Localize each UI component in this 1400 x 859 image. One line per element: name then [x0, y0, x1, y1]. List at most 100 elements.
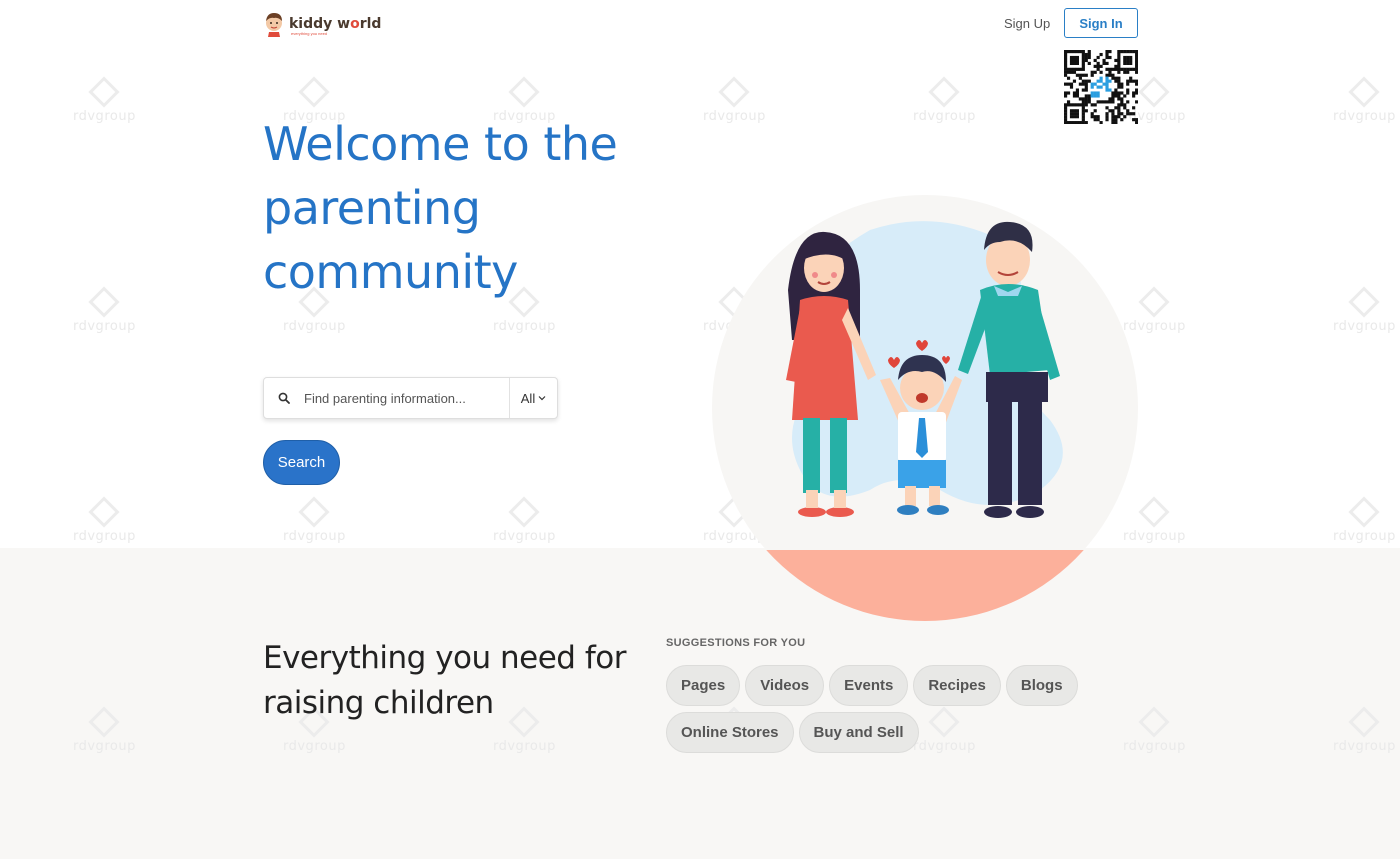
qr-module [1123, 58, 1127, 63]
qr-module [1099, 121, 1103, 124]
qr-module [1117, 52, 1121, 57]
chip-recipes[interactable]: Recipes [913, 665, 1001, 706]
qr-module [1075, 109, 1079, 113]
qr-module [1111, 76, 1115, 80]
qr-module [1114, 64, 1118, 68]
qr-module [1096, 91, 1100, 95]
suggestion-chips: Pages Videos Events Recipes Blogs Online… [666, 665, 1086, 753]
qr-module [1132, 118, 1136, 122]
qr-module [1111, 97, 1115, 101]
watermark-mark [298, 76, 330, 108]
logo-tagline: everything you need [291, 31, 328, 36]
qr-module [1096, 118, 1100, 122]
watermark: rdvgroup [493, 496, 556, 544]
qr-module [1096, 94, 1100, 98]
chip-blogs[interactable]: Blogs [1005, 665, 1078, 706]
qr-module [1117, 70, 1121, 74]
sign-up-link[interactable]: Sign Up [1004, 16, 1050, 31]
qr-module [1078, 50, 1082, 54]
chip-events[interactable]: Events [829, 665, 909, 706]
qr-module [1105, 85, 1109, 89]
qr-module [1069, 55, 1074, 60]
watermark-mark [88, 496, 120, 528]
watermark-text: rdvgroup [1333, 529, 1396, 544]
qr-module [1064, 52, 1068, 57]
watermark-mark [1138, 706, 1170, 738]
qr-module [1078, 97, 1082, 101]
qr-module [1064, 70, 1068, 74]
sign-in-button[interactable]: Sign In [1064, 8, 1138, 38]
qr-module [1108, 97, 1112, 101]
qr-module [1093, 94, 1097, 98]
qr-module [1126, 82, 1130, 86]
chip-buy-and-sell[interactable]: Buy and Sell [798, 712, 919, 753]
qr-module [1132, 67, 1136, 71]
qr-module [1108, 100, 1112, 104]
qr-module [1075, 58, 1079, 63]
qr-module [1132, 79, 1136, 83]
qr-module [1117, 112, 1121, 116]
qr-module [1081, 109, 1085, 113]
qr-module [1129, 76, 1133, 80]
qr-module [1064, 91, 1068, 95]
qr-module [1066, 100, 1071, 104]
search-scope-label: All [520, 390, 536, 406]
watermark-mark [88, 706, 120, 738]
qr-module [1132, 50, 1136, 54]
watermark-mark [928, 76, 960, 108]
qr-module [1105, 61, 1109, 65]
qr-module [1114, 58, 1118, 63]
search-input[interactable] [304, 379, 509, 417]
qr-module [1064, 58, 1068, 63]
chip-online-stores[interactable]: Online Stores [666, 712, 794, 753]
qr-module [1117, 79, 1121, 83]
hero-title-line: parenting [263, 181, 481, 235]
chip-videos[interactable]: Videos [745, 665, 825, 706]
qr-module [1099, 79, 1103, 83]
family-illustration [712, 195, 1138, 621]
qr-module [1108, 55, 1112, 60]
qr-module [1078, 82, 1082, 86]
qr-module [1117, 67, 1121, 71]
qr-module [1064, 61, 1068, 65]
search-button[interactable]: Search [263, 440, 340, 485]
qr-module [1064, 118, 1068, 122]
watermark-text: rdvgroup [283, 529, 346, 544]
qr-module [1120, 91, 1124, 95]
logo[interactable]: kiddy world everything you need [263, 9, 381, 39]
watermark: rdvgroup [73, 706, 136, 754]
qr-module [1123, 103, 1127, 107]
qr-module [1114, 118, 1118, 122]
chip-pages[interactable]: Pages [666, 665, 741, 706]
qr-module [1123, 55, 1127, 60]
qr-module [1075, 61, 1079, 65]
qr-module [1108, 88, 1112, 92]
qr-module [1090, 94, 1094, 98]
qr-module [1075, 91, 1079, 95]
qr-module [1066, 121, 1071, 124]
qr-module [1081, 106, 1085, 110]
qr-module [1064, 112, 1068, 116]
qr-module [1093, 118, 1097, 122]
search-icon[interactable] [264, 378, 304, 418]
qr-module [1093, 58, 1097, 63]
qr-module [1093, 115, 1097, 119]
watermark: rdvgroup [703, 76, 766, 124]
qr-module [1135, 88, 1138, 92]
search-scope-select[interactable]: All [509, 378, 557, 418]
qr-module [1064, 115, 1068, 119]
qr-module [1129, 61, 1133, 65]
qr-module [1064, 121, 1068, 124]
qr-module [1105, 82, 1109, 86]
watermark-mark [1138, 76, 1170, 108]
qr-module [1126, 88, 1130, 92]
qr-module [1069, 70, 1074, 74]
qr-module [1069, 103, 1074, 107]
qr-module [1114, 79, 1118, 83]
qr-module [1129, 58, 1133, 63]
qr-module [1064, 94, 1068, 98]
qr-module [1081, 64, 1085, 68]
qr-module [1129, 55, 1133, 60]
qr-module [1072, 70, 1077, 74]
qr-module [1084, 109, 1088, 113]
